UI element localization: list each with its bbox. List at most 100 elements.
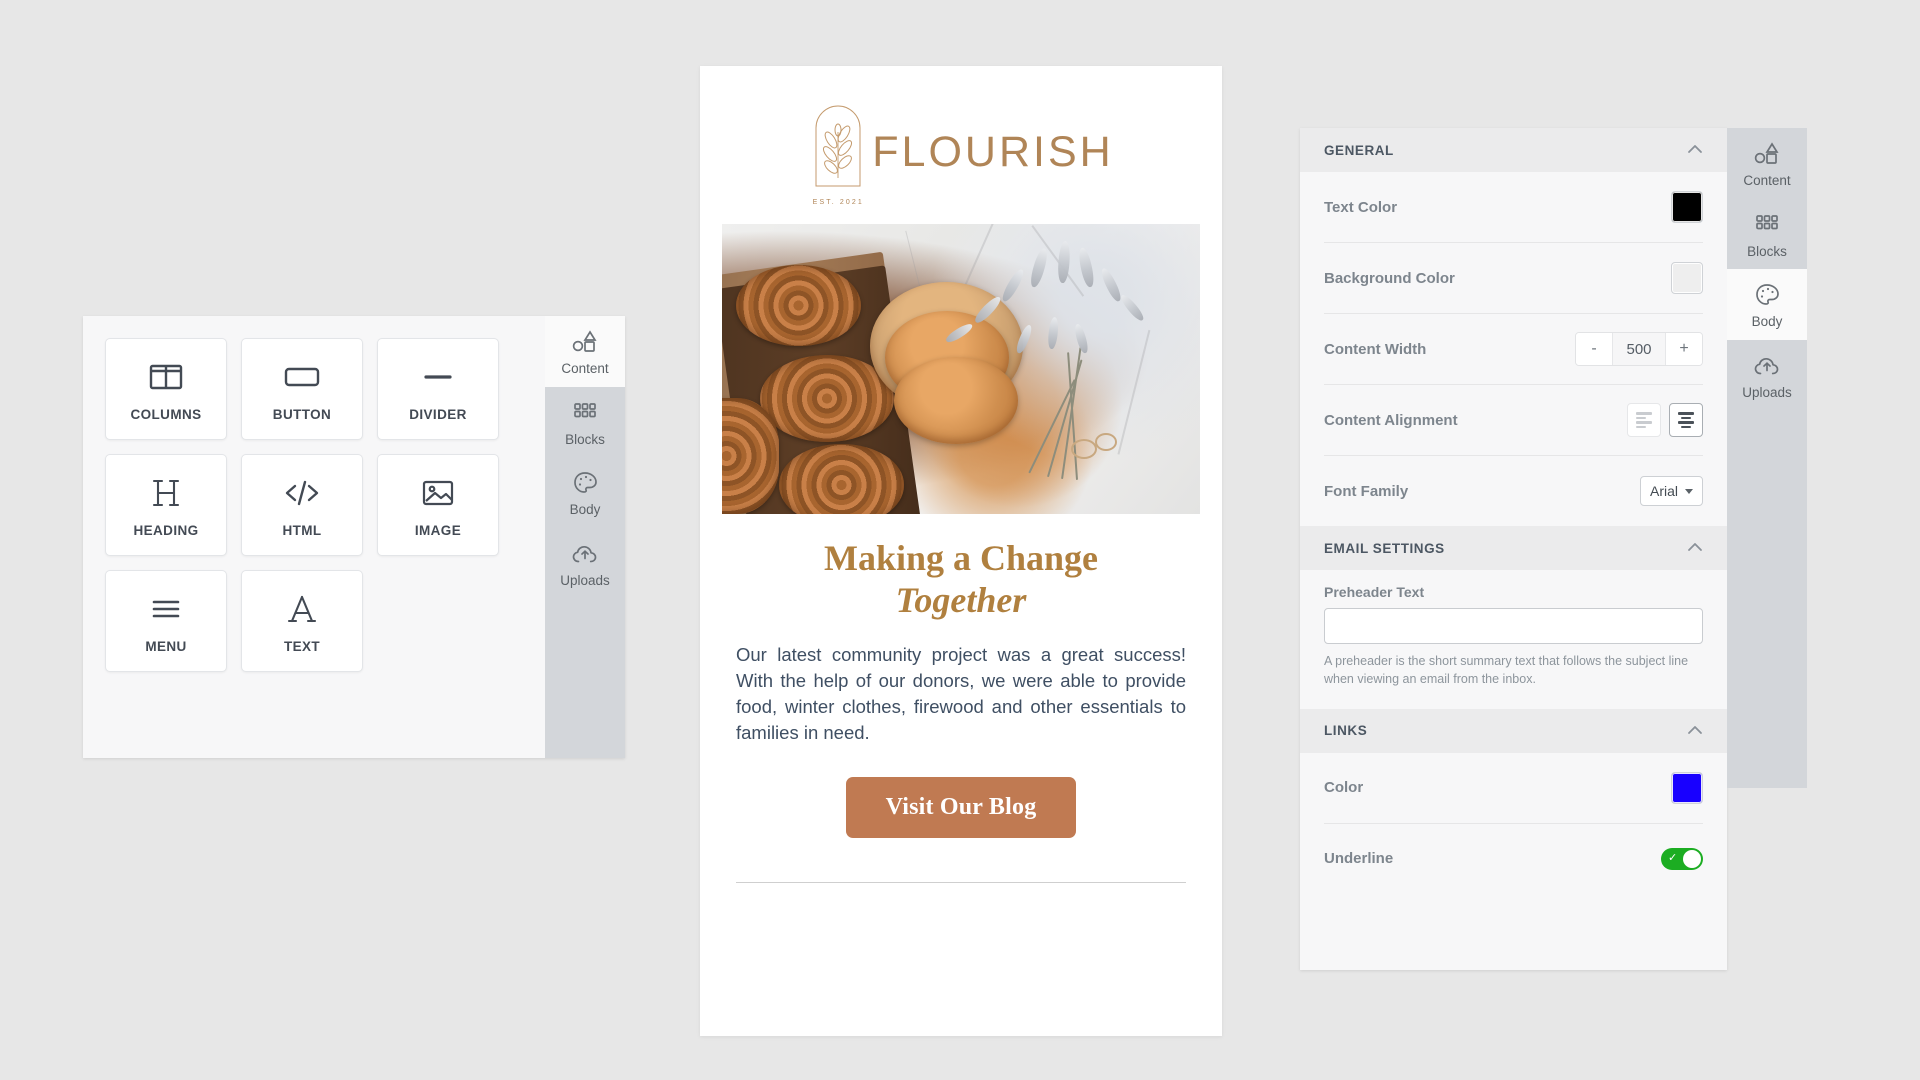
preheader-helper-text: A preheader is the short summary text th…	[1324, 654, 1689, 686]
row-font-family: Font Family Arial	[1324, 456, 1703, 526]
content-tile-label: HTML	[282, 522, 322, 538]
email-logo-block[interactable]: EST. 2021 FLOURISH	[700, 66, 1222, 224]
section-header-general[interactable]: GENERAL	[1300, 128, 1727, 172]
rail-tab-label: Blocks	[565, 431, 605, 447]
content-tile-label: HEADING	[133, 522, 199, 538]
image-icon	[421, 473, 455, 513]
align-center-button[interactable]	[1669, 403, 1703, 437]
settings-rail-tab-body[interactable]: Body	[1727, 269, 1807, 340]
row-background-color: Background Color	[1324, 243, 1703, 314]
content-width-stepper: - 500 +	[1575, 332, 1703, 366]
section-body-links: Color Underline ✓	[1300, 753, 1727, 894]
app-root: COLUMNS BUTTON DIVIDER HEADING HTML IMAG…	[0, 0, 1920, 1080]
shapes-icon	[572, 329, 598, 355]
row-text-color: Text Color	[1324, 172, 1703, 243]
settings-rail-tab-uploads[interactable]: Uploads	[1727, 340, 1807, 411]
content-alignment-group	[1627, 403, 1703, 437]
rail-tab-uploads[interactable]: Uploads	[545, 528, 625, 599]
email-divider[interactable]	[736, 881, 1186, 883]
email-headline[interactable]: Making a Change Together	[700, 514, 1222, 626]
content-tile-heading[interactable]: HEADING	[105, 454, 227, 556]
email-cta-block: Visit Our Blog	[700, 747, 1222, 838]
content-alignment-label: Content Alignment	[1324, 411, 1458, 429]
cloud-upload-icon	[572, 541, 599, 567]
shapes-icon	[1754, 141, 1780, 167]
align-left-button[interactable]	[1627, 403, 1661, 437]
check-icon: ✓	[1668, 852, 1678, 864]
headline-line-1: Making a Change	[823, 538, 1099, 578]
section-body-general: Text Color Background Color Content Widt…	[1300, 172, 1727, 526]
content-tile-divider[interactable]: DIVIDER	[377, 338, 499, 440]
preheader-text-input[interactable]	[1324, 608, 1703, 644]
font-family-label: Font Family	[1324, 482, 1409, 500]
visit-our-blog-button[interactable]: Visit Our Blog	[845, 776, 1077, 838]
palette-icon	[573, 470, 598, 496]
content-tile-label: MENU	[145, 638, 187, 654]
content-tile-image[interactable]: IMAGE	[377, 454, 499, 556]
chevron-up-icon[interactable]	[1687, 539, 1703, 557]
body-settings-panel: GENERAL Text Color Background Color Cont…	[1300, 128, 1727, 970]
columns-icon	[149, 357, 183, 397]
content-tiles-grid: COLUMNS BUTTON DIVIDER HEADING HTML IMAG…	[83, 316, 545, 758]
heading-icon	[151, 473, 181, 513]
section-title: EMAIL SETTINGS	[1324, 540, 1445, 556]
background-color-swatch[interactable]	[1671, 262, 1703, 294]
content-width-increment[interactable]: +	[1666, 333, 1702, 365]
rail-tab-label: Content	[561, 361, 609, 376]
rail-tab-blocks[interactable]: Blocks	[545, 387, 625, 458]
chevron-up-icon[interactable]	[1687, 141, 1703, 159]
align-center-icon	[1678, 410, 1694, 430]
grid-icon	[573, 400, 597, 426]
grid-icon	[1755, 212, 1779, 238]
rail-tab-content[interactable]: Content	[545, 316, 625, 387]
email-preview-canvas[interactable]: EST. 2021 FLOURISH Making a Change Toget…	[700, 66, 1222, 1036]
content-tile-text[interactable]: TEXT	[241, 570, 363, 672]
row-link-underline: Underline ✓	[1324, 824, 1703, 894]
section-title: LINKS	[1324, 723, 1368, 738]
content-width-decrement[interactable]: -	[1576, 333, 1612, 365]
link-color-swatch[interactable]	[1671, 771, 1703, 804]
settings-rail-tab-label: Body	[1751, 314, 1783, 329]
rail-tab-label: Uploads	[560, 572, 610, 588]
content-width-label: Content Width	[1324, 340, 1427, 358]
settings-rail-tab-label: Content	[1743, 173, 1791, 188]
font-family-select[interactable]: Arial	[1639, 476, 1703, 506]
logo-wordmark: FLOURISH	[872, 127, 1114, 176]
settings-rail-tab-content[interactable]: Content	[1727, 128, 1807, 199]
content-tile-button[interactable]: BUTTON	[241, 338, 363, 440]
link-color-label: Color	[1324, 779, 1364, 796]
toggle-knob	[1683, 849, 1701, 868]
section-body-email-settings: Preheader Text A preheader is the short …	[1300, 570, 1727, 709]
content-tile-html[interactable]: HTML	[241, 454, 363, 556]
html-code-icon	[284, 473, 320, 513]
underline-label: Underline	[1324, 850, 1394, 867]
background-color-label: Background Color	[1324, 269, 1455, 287]
settings-rail-tab-blocks[interactable]: Blocks	[1727, 199, 1807, 270]
preheader-text-label: Preheader Text	[1324, 584, 1425, 600]
brand-logo: EST. 2021 FLOURISH	[808, 98, 1113, 206]
font-family-value: Arial	[1649, 483, 1678, 499]
align-left-icon	[1636, 410, 1652, 430]
palette-icon	[1755, 282, 1780, 308]
content-blocks-panel: COLUMNS BUTTON DIVIDER HEADING HTML IMAG…	[83, 316, 625, 758]
content-tile-columns[interactable]: COLUMNS	[105, 338, 227, 440]
content-tile-label: COLUMNS	[130, 406, 202, 422]
content-tile-label: IMAGE	[414, 522, 462, 538]
email-hero-image[interactable]	[722, 224, 1200, 514]
section-header-links[interactable]: LINKS	[1300, 708, 1727, 753]
underline-toggle[interactable]: ✓	[1661, 847, 1703, 870]
settings-rail-tab-label: Blocks	[1747, 243, 1787, 259]
rail-tab-body[interactable]: Body	[545, 457, 625, 528]
text-color-label: Text Color	[1324, 198, 1398, 216]
content-tile-label: DIVIDER	[409, 406, 467, 422]
section-header-email-settings[interactable]: EMAIL SETTINGS	[1300, 526, 1727, 570]
button-icon	[284, 357, 320, 397]
email-body-text[interactable]: Our latest community project was a great…	[700, 626, 1222, 747]
cloud-upload-icon	[1754, 353, 1781, 379]
text-color-swatch[interactable]	[1671, 191, 1703, 223]
row-content-width: Content Width - 500 +	[1324, 314, 1703, 385]
content-tile-menu[interactable]: MENU	[105, 570, 227, 672]
divider-icon	[421, 357, 455, 397]
content-width-value[interactable]: 500	[1612, 333, 1666, 365]
chevron-up-icon[interactable]	[1687, 722, 1703, 740]
